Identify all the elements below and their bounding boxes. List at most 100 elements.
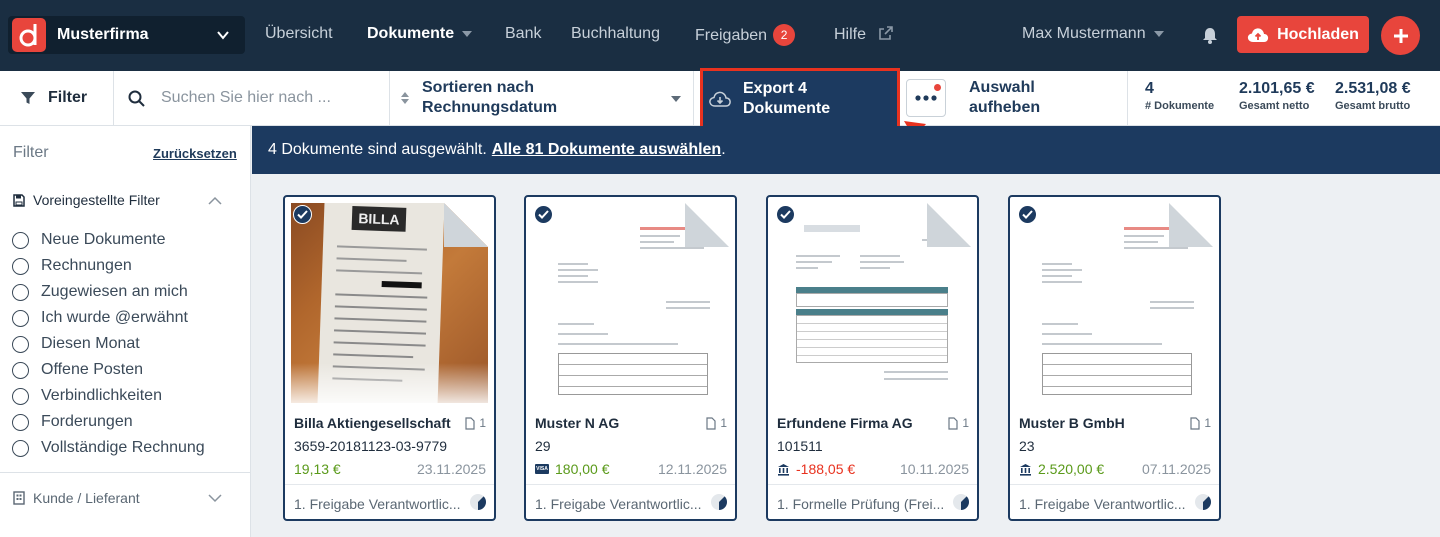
reset-filters-link[interactable]: Zurücksetzen (153, 146, 237, 161)
document-card[interactable]: BILLA Billa Aktiengesellschaft 1 3659-20… (283, 195, 496, 521)
page-count: 1 (706, 416, 727, 430)
sort-label: Sortieren nach Rechnungsdatum (422, 79, 558, 116)
invoice-table (796, 293, 948, 307)
page-count: 1 (1190, 416, 1211, 430)
radio-button[interactable] (12, 361, 29, 379)
selection-banner: 4 Dokumente sind ausgewählt. Alle 81 Dok… (252, 126, 1440, 174)
search-input[interactable] (161, 89, 361, 107)
nav-dokumente[interactable]: Dokumente (367, 25, 473, 43)
text-line (666, 301, 710, 303)
page-icon (465, 416, 475, 430)
sort-dropdown[interactable]: Sortieren nach Rechnungsdatum (390, 71, 694, 125)
radio-button[interactable] (12, 335, 29, 353)
upload-button[interactable]: Hochladen (1237, 16, 1369, 53)
company-switcher[interactable]: Musterfirma (8, 16, 245, 54)
nav-bank[interactable]: Bank (505, 25, 541, 43)
radio-button[interactable] (12, 439, 29, 457)
document-card[interactable]: Muster B GmbH 1 23 2.520,00 € 07.11.2025… (1008, 195, 1221, 521)
text-line (640, 235, 680, 237)
checkbox-checked-icon[interactable] (776, 205, 795, 224)
bell-icon[interactable] (1202, 27, 1218, 44)
caret-down-icon (671, 96, 681, 102)
checkbox-checked-icon[interactable] (293, 205, 312, 224)
notification-badge: 2 (773, 24, 796, 46)
document-date: 07.11.2025 (1141, 461, 1211, 477)
text-line (558, 269, 598, 271)
radio-button[interactable] (12, 309, 29, 327)
user-menu[interactable]: Max Mustermann (1022, 25, 1164, 43)
sidebar-item-diesen-monat[interactable]: Diesen Monat (12, 335, 140, 353)
filter-label: Filter (48, 89, 88, 106)
receipt-line (333, 353, 414, 359)
workflow-status: 1. Freigabe Verantwortlic... (1019, 496, 1186, 512)
document-amount: VISA 180,00 € (535, 461, 610, 477)
nav-buchhaltung[interactable]: Buchhaltung (571, 25, 660, 43)
document-number: 29 (535, 438, 551, 454)
nav-uebersicht[interactable]: Übersicht (265, 25, 333, 43)
sidebar-item-zugewiesen[interactable]: Zugewiesen an mich (12, 283, 188, 301)
text-line (1150, 301, 1194, 303)
text-line (558, 263, 588, 265)
notification-dot (934, 84, 941, 91)
radio-button[interactable] (12, 387, 29, 405)
document-title: Muster B GmbH (1019, 415, 1125, 431)
radio-button[interactable] (12, 283, 29, 301)
text-line (1042, 263, 1072, 265)
page-icon (1190, 416, 1200, 430)
building-icon (13, 491, 25, 505)
document-card[interactable]: Muster N AG 1 29 VISA 180,00 € 12.11.2025… (524, 195, 737, 521)
radio-button[interactable] (12, 231, 29, 249)
sidebar-item-erwaehnt[interactable]: Ich wurde @erwähnt (12, 309, 188, 327)
caret-down-icon (1153, 30, 1164, 37)
sidebar-item-verbindlichkeiten[interactable]: Verbindlichkeiten (12, 387, 162, 405)
radio-button[interactable] (12, 413, 29, 431)
document-date: 12.11.2025 (657, 461, 727, 477)
receipt-line (333, 341, 426, 347)
add-button[interactable] (1381, 16, 1420, 55)
text-line (640, 247, 704, 249)
deselect-button[interactable]: Auswahl aufheben (969, 78, 1040, 118)
radio-button[interactable] (12, 257, 29, 275)
document-thumbnail (774, 203, 971, 403)
stat-gross-total: 2.531,08 € Gesamt brutto (1335, 80, 1411, 112)
page-fold (685, 203, 729, 247)
select-all-link[interactable]: Alle 81 Dokumente auswählen (492, 141, 721, 159)
text-line (558, 275, 588, 277)
document-title: Billa Aktiengesellschaft (294, 415, 451, 431)
nav-freigaben[interactable]: Freigaben 2 (695, 24, 796, 46)
checkbox-checked-icon[interactable] (534, 205, 553, 224)
text-line (884, 378, 948, 380)
sidebar-item-forderungen[interactable]: Forderungen (12, 413, 133, 431)
checkbox-checked-icon[interactable] (1018, 205, 1037, 224)
sidebar-item-vollstaendige-rechnung[interactable]: Vollständige Rechnung (12, 439, 205, 457)
stat-count: 4 # Dokumente (1145, 80, 1215, 112)
text-line (558, 343, 678, 345)
preset-filters-header[interactable]: Voreingestellte Filter (13, 192, 238, 208)
export-button[interactable]: Export 4 Dokumente (700, 68, 900, 130)
document-number: 3659-20181123-03-9779 (294, 438, 448, 454)
divider (0, 472, 250, 473)
filter-button[interactable]: Filter (0, 71, 114, 125)
invoice-heading (804, 225, 860, 232)
document-title: Muster N AG (535, 415, 620, 431)
customer-supplier-label: Kunde / Lieferant (33, 490, 140, 506)
receipt-line (334, 329, 427, 335)
cloud-upload-icon (1247, 27, 1269, 42)
more-options-button[interactable] (906, 79, 946, 117)
nav-hilfe[interactable]: Hilfe (834, 25, 894, 44)
page-fold (1169, 203, 1213, 247)
customer-supplier-header[interactable]: Kunde / Lieferant (13, 490, 238, 506)
receipt-line (381, 281, 422, 289)
sidebar-item-rechnungen[interactable]: Rechnungen (12, 257, 132, 275)
sort-icon (401, 92, 409, 104)
document-thumbnail: BILLA (291, 203, 488, 403)
chevron-down-icon (208, 493, 222, 502)
sidebar-item-neue-dokumente[interactable]: Neue Dokumente (12, 231, 166, 249)
sidebar-item-offene-posten[interactable]: Offene Posten (12, 361, 143, 379)
document-title: Erfundene Firma AG (777, 415, 913, 431)
receipt-line (336, 257, 407, 262)
document-card[interactable]: Erfundene Firma AG 1 101511 -188,05 € 10… (766, 195, 979, 521)
page-icon (706, 416, 716, 430)
page-fold (444, 203, 488, 247)
chevron-down-icon (217, 31, 229, 40)
